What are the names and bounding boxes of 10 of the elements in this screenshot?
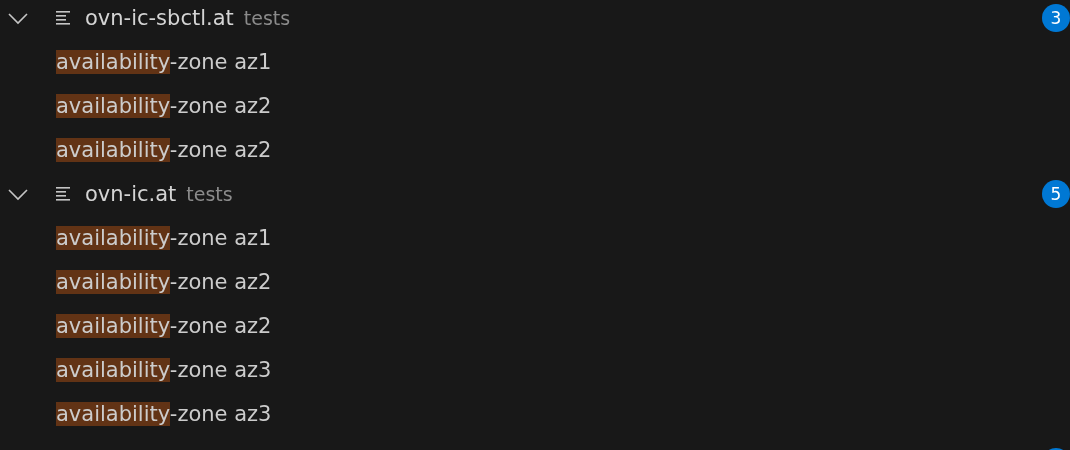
folder-path: tests bbox=[243, 7, 291, 29]
match-count-badge: 5 bbox=[1042, 180, 1070, 208]
folder-path: tests bbox=[186, 183, 233, 205]
chevron-icon[interactable] bbox=[7, 187, 29, 201]
file-lines-icon bbox=[56, 10, 72, 26]
file-name[interactable]: ovn-ic-sbctl.at bbox=[85, 6, 234, 30]
file-lines-icon bbox=[56, 186, 72, 202]
chevron-icon[interactable] bbox=[7, 11, 29, 25]
match-count-badge: 3 bbox=[1042, 4, 1070, 32]
file-name[interactable]: ovn-ic.at bbox=[85, 182, 177, 206]
